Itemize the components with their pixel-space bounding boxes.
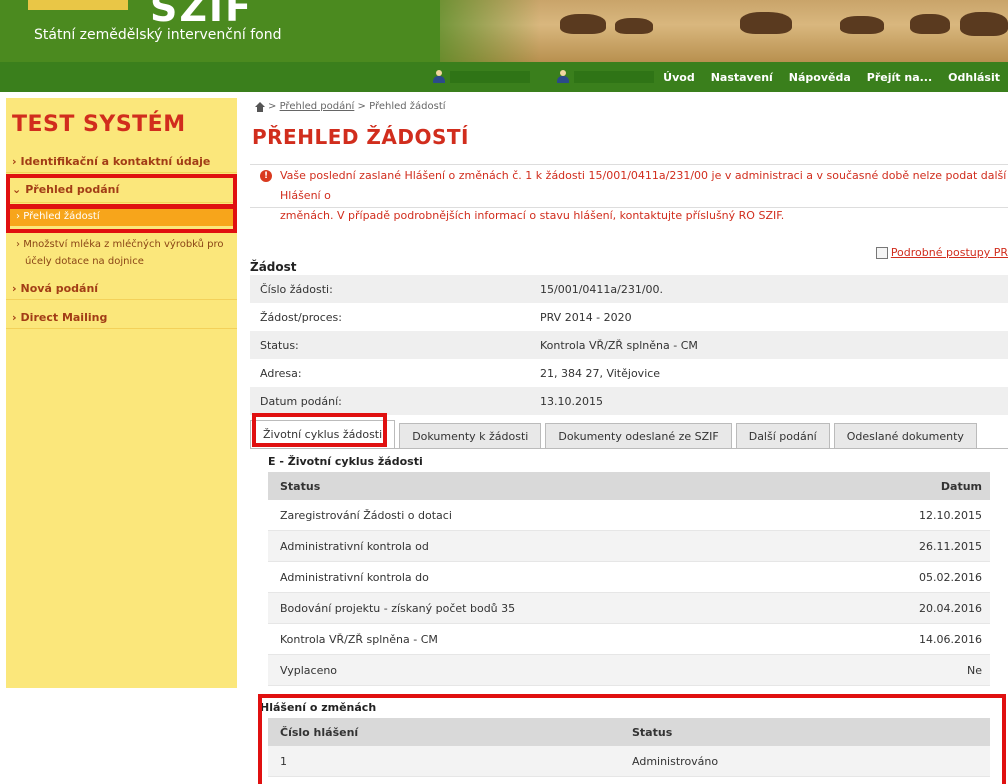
highlight-box xyxy=(6,205,237,233)
info-row: Status: Kontrola VŘ/ZŘ splněna - CM xyxy=(250,331,1008,359)
table-row: Administrativní kontrola do 05.02.2016 xyxy=(268,562,990,593)
info-row: Adresa: 21, 384 27, Vitějovice xyxy=(260,366,661,380)
document-icon xyxy=(875,246,888,259)
highlight-box xyxy=(258,694,1006,784)
sidebar-item-direct-mailing[interactable]: › Direct Mailing xyxy=(6,307,237,329)
chevron-right-icon: › xyxy=(12,282,17,295)
table-header: Status Datum xyxy=(268,472,990,500)
menu-napoveda[interactable]: Nápověda xyxy=(781,71,859,84)
warning-icon: ! xyxy=(260,170,272,182)
highlight-box xyxy=(6,174,237,208)
home-icon[interactable] xyxy=(254,101,266,112)
zadost-heading: Žádost xyxy=(250,260,297,274)
sidebar-subitem-mnozstvi-mleka[interactable]: › Množství mléka z mléčných výrobků pro … xyxy=(6,236,237,272)
breadcrumb-current: Přehled žádostí xyxy=(369,101,446,112)
org-name: Státní zemědělský intervenční fond xyxy=(34,27,282,43)
tab-dokumenty-k-zadosti[interactable]: Dokumenty k žádosti xyxy=(399,423,542,448)
chevron-right-icon: › xyxy=(12,155,17,168)
chevron-right-icon: › xyxy=(12,311,17,324)
table-row: Kontrola VŘ/ZŘ splněna - CM 14.06.2016 xyxy=(268,624,990,655)
tab-odeslane-dokumenty[interactable]: Odeslané dokumenty xyxy=(833,423,977,448)
sidebar-item-identifikacni[interactable]: › Identifikační a kontaktní údaje xyxy=(6,151,237,173)
info-row: Žádost/proces: PRV 2014 - 2020 xyxy=(260,310,632,324)
menu-uvod[interactable]: Úvod xyxy=(655,71,703,84)
alert-message: ! Vaše poslední zaslané Hlášení o změnác… xyxy=(250,164,1008,222)
info-row: Číslo žádosti: 15/001/0411a/231/00. xyxy=(250,275,1008,303)
main-menu: Úvod Nastavení Nápověda Přejít na... Odh… xyxy=(655,62,1008,92)
sidebar-item-label: Nová podání xyxy=(20,282,99,295)
menu-nastaveni[interactable]: Nastavení xyxy=(703,71,781,84)
sidebar-item-nova-podani[interactable]: › Nová podání xyxy=(6,278,237,300)
user-icon xyxy=(432,70,446,83)
sidebar-item-label: Direct Mailing xyxy=(20,311,108,324)
szif-logo-mark xyxy=(28,0,128,10)
breadcrumb-link-prehled-podani[interactable]: Přehled podání xyxy=(280,101,355,112)
table-row: Bodování projektu - získaný počet bodů 3… xyxy=(268,593,990,624)
user-icon xyxy=(556,70,570,83)
tab-dokumenty-odeslane-ze-szif[interactable]: Dokumenty odeslané ze SZIF xyxy=(545,423,732,448)
highlight-box xyxy=(252,413,387,447)
site-header: SZIF Státní zemědělský intervenční fond xyxy=(0,0,1008,62)
info-row: Datum podání: 13.10.2015 xyxy=(250,387,1008,415)
user-name-masked xyxy=(450,71,530,83)
menu-odhlasit[interactable]: Odhlásit xyxy=(940,71,1008,84)
menu-prejit-na[interactable]: Přejít na... xyxy=(859,71,940,84)
sidebar-item-label: Identifikační a kontaktní údaje xyxy=(20,155,211,168)
tab-dalsi-podani[interactable]: Další podání xyxy=(735,423,830,448)
zadost-info-table: Číslo žádosti: 15/001/0411a/231/00. Žádos… xyxy=(250,275,1008,415)
breadcrumb: > Přehled podání > Přehled žádostí xyxy=(254,101,446,112)
lifecycle-heading: E - Životní cyklus žádosti xyxy=(268,455,423,468)
system-title: TEST SYSTÉM xyxy=(12,112,186,137)
szif-logo[interactable]: SZIF xyxy=(150,0,253,30)
table-row: Zaregistrování Žádosti o dotaci 12.10.201… xyxy=(268,500,990,531)
top-navbar: Úvod Nastavení Nápověda Přejít na... Odh… xyxy=(0,62,1008,92)
lifecycle-table: Status Datum Zaregistrování Žádosti o do… xyxy=(268,472,990,686)
page-title: PŘEHLED ŽÁDOSTÍ xyxy=(252,125,470,149)
table-row: Administrativní kontrola od 26.11.2015 xyxy=(268,531,990,562)
procedures-link[interactable]: Podrobné postupy PR xyxy=(875,246,1008,259)
table-row: Vyplaceno Ne xyxy=(268,655,990,686)
user-name-masked xyxy=(574,71,654,83)
